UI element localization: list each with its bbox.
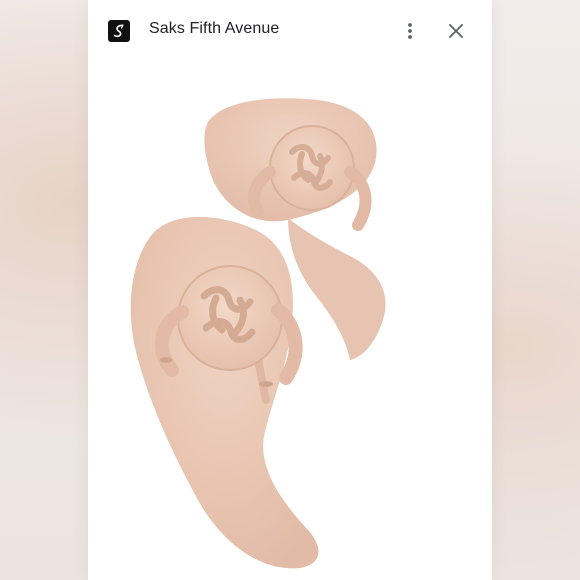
close-button[interactable] <box>444 19 468 43</box>
viewer-header: Saks Fifth Avenue <box>88 0 492 60</box>
front-sandal <box>130 216 319 569</box>
more-vert-icon <box>408 23 412 39</box>
image-viewer-card: Saks Fifth Avenue <box>88 0 492 580</box>
source-title: Saks Fifth Avenue <box>149 20 280 37</box>
sandal-pair-image <box>130 98 386 569</box>
saks-logo-icon <box>108 20 130 42</box>
product-image <box>88 60 492 580</box>
close-icon <box>449 24 463 38</box>
more-options-button[interactable] <box>398 15 422 47</box>
